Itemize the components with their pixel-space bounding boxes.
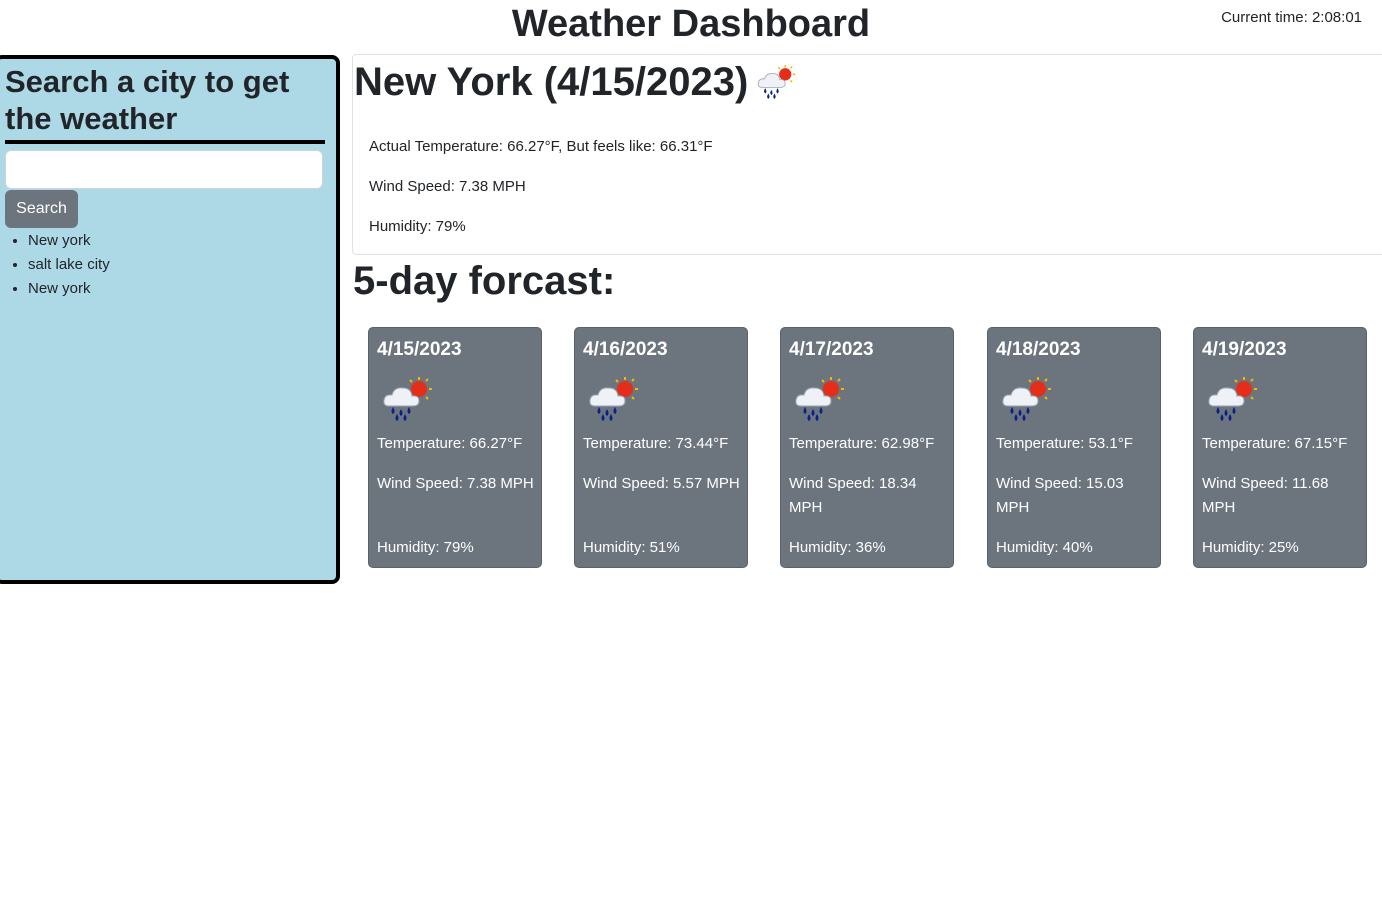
forecast-heading: 5-day forcast: [353, 259, 616, 303]
history-item[interactable]: salt lake city [28, 253, 110, 277]
current-time-label: Current time: [1221, 9, 1308, 26]
header: Weather Dashboard Current time: 2:08:01 [0, 0, 1382, 50]
rain-sun-icon [381, 376, 433, 422]
rain-sun-icon [1000, 376, 1052, 422]
search-history-list: New york salt lake city New york [5, 229, 110, 301]
search-button[interactable]: Search [5, 190, 78, 228]
current-temperature: Actual Temperature: 66.27°F, But feels l… [369, 138, 713, 155]
forecast-wind-speed: Wind Speed: 18.34 MPH [789, 475, 917, 516]
city-search-input[interactable] [5, 150, 323, 189]
forecast-humidity: Humidity: 79% [377, 539, 474, 556]
forecast-temperature: Temperature: 67.15°F [1202, 435, 1348, 452]
forecast-temperature: Temperature: 53.1°F [996, 435, 1133, 452]
forecast-wind-speed: Wind Speed: 15.03 MPH [996, 475, 1124, 516]
forecast-humidity: Humidity: 36% [789, 539, 886, 556]
history-item[interactable]: New york [28, 229, 110, 253]
current-time: Current time: 2:08:01 [1221, 9, 1362, 27]
current-wind-speed: Wind Speed: 7.38 MPH [369, 178, 526, 195]
forecast-humidity: Humidity: 51% [583, 539, 680, 556]
forecast-card: 4/15/2023 Temperature: 66.27°F Wind Spee… [368, 327, 542, 568]
history-item[interactable]: New york [28, 277, 110, 301]
current-time-value: 2:08:01 [1311, 9, 1362, 26]
forecast-humidity: Humidity: 40% [996, 539, 1093, 556]
forecast-date: 4/16/2023 [583, 339, 668, 360]
rain-sun-icon [793, 376, 845, 422]
forecast-card: 4/16/2023 Temperature: 73.44°F Wind Spee… [574, 327, 748, 568]
forecast-wind-speed: Wind Speed: 5.57 MPH [583, 475, 740, 492]
forecast-humidity: Humidity: 25% [1202, 539, 1299, 556]
forecast-temperature: Temperature: 62.98°F [789, 435, 935, 452]
forecast-card: 4/17/2023 Temperature: 62.98°F Wind Spee… [780, 327, 954, 568]
rain-sun-icon [587, 376, 639, 422]
rain-sun-icon [756, 64, 796, 100]
forecast-date: 4/15/2023 [377, 339, 462, 360]
forecast-wind-speed: Wind Speed: 7.38 MPH [377, 475, 534, 492]
forecast-wind-speed: Wind Speed: 11.68 MPH [1202, 475, 1329, 516]
forecast-card: 4/18/2023 Temperature: 53.1°F Wind Speed… [987, 327, 1161, 568]
rain-sun-icon [1206, 376, 1258, 422]
current-humidity: Humidity: 79% [369, 218, 466, 235]
forecast-card: 4/19/2023 Temperature: 67.15°F Wind Spee… [1193, 327, 1367, 568]
current-weather-panel: New York (4/15/2023) Actual Temperature:… [352, 54, 1382, 255]
forecast-date: 4/19/2023 [1202, 339, 1287, 360]
forecast-date: 4/17/2023 [789, 339, 874, 360]
current-weather-title: New York (4/15/2023) [354, 61, 796, 103]
forecast-date: 4/18/2023 [996, 339, 1081, 360]
search-sidebar: Search a city to get the weather Search … [0, 55, 340, 584]
forecast-temperature: Temperature: 66.27°F [377, 435, 523, 452]
forecast-temperature: Temperature: 73.44°F [583, 435, 729, 452]
current-city-date: New York (4/15/2023) [354, 60, 749, 104]
page-title: Weather Dashboard [511, 3, 871, 45]
search-heading: Search a city to get the weather [5, 63, 325, 144]
